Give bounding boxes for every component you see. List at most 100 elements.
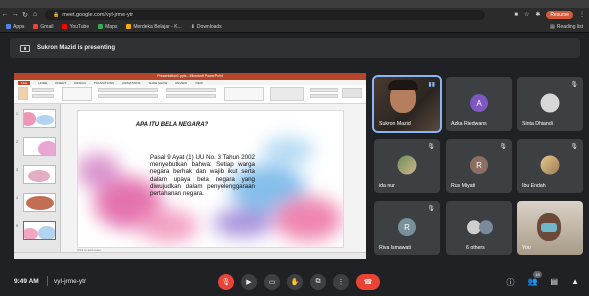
mic-off-icon: 🎙	[570, 144, 578, 150]
menu-icon[interactable]: ⋮	[579, 11, 585, 18]
participant-tile-sinta[interactable]: 🎙 Sinta Dhiandi	[517, 77, 583, 131]
thumb-number: 1	[16, 112, 18, 116]
more-options-button[interactable]: ⋮	[333, 274, 349, 290]
bookmark-downloads[interactable]: ⬇ Downloads	[191, 24, 222, 30]
resume-button[interactable]: Resume	[546, 10, 573, 19]
raise-hand-button[interactable]: ✋	[287, 274, 303, 290]
bookmark-gmail[interactable]: Gmail	[33, 24, 53, 30]
avatar	[540, 93, 560, 113]
slide-thumbnail	[23, 165, 56, 184]
end-call-button[interactable]: ☎	[356, 274, 380, 290]
slide-title: APA ITU BELA NEGARA?	[135, 122, 209, 128]
participant-name: Riva lsmawati	[379, 245, 411, 251]
speaking-indicator-icon: ▮▮	[428, 82, 435, 88]
captions-button[interactable]: ▭	[264, 274, 280, 290]
forward-icon[interactable]: →	[10, 10, 20, 20]
participant-name: Rus Miyati	[451, 183, 476, 189]
pp-tab: ANIMATIONS	[121, 80, 141, 85]
thumb-number: 5	[16, 224, 18, 228]
extensions-icon[interactable]: ✱	[535, 11, 540, 18]
youtube-icon	[62, 24, 68, 29]
bookmark-label: Merdeka Belajar - K...	[133, 23, 182, 30]
bookmark-label: YouTube	[69, 23, 90, 30]
activities-icon[interactable]: ▲	[571, 277, 579, 288]
current-slide: APA ITU BELA NEGARA? Pasal 9 Ayat (1) UU…	[77, 110, 344, 248]
chat-icon[interactable]: ▤	[551, 277, 559, 288]
slide-thumbnail-selected	[23, 221, 56, 240]
ribbon-group	[166, 88, 216, 92]
mic-off-icon: 🎙	[427, 206, 435, 212]
pp-window-title: Presentation1.pptx - Microsoft PowerPoin…	[14, 73, 366, 80]
pp-ribbon	[14, 85, 366, 104]
participant-tile-azka[interactable]: A Azka Riedwans	[446, 77, 512, 131]
ribbon-group	[98, 88, 158, 92]
reading-list[interactable]: ▤ Reading list	[550, 24, 583, 30]
download-icon: ⬇	[190, 23, 195, 30]
pp-tab: DESIGN	[74, 80, 86, 85]
editing-group	[342, 88, 362, 98]
avatar	[397, 155, 417, 175]
shapes-gallery	[224, 87, 264, 101]
home-icon[interactable]: ⌂	[30, 10, 40, 20]
participant-name: Ibu Endah	[522, 183, 546, 189]
participant-tile-you[interactable]: You	[517, 201, 583, 255]
ribbon-group	[62, 87, 92, 101]
participant-tile-sukron[interactable]: ▮▮ Sukron Mazid	[372, 75, 442, 133]
meeting-controls-bar: 9:49 AM vyl-jrme-ytr 🎙 ▶ ▭ ✋ ⧉ ⋮ ☎ 15 ⓘ …	[0, 268, 589, 296]
pp-tab: VIEW	[195, 80, 203, 85]
thumb-number: 2	[16, 140, 18, 144]
participant-tile-endah[interactable]: 🎙 Ibu Endah	[517, 139, 583, 193]
quick-styles	[270, 87, 304, 101]
bookmark-merdeka[interactable]: Merdeka Belajar - K...	[126, 23, 182, 30]
bookmark-label: Apps	[13, 23, 25, 30]
camera-toggle-button[interactable]: ▶	[241, 274, 257, 290]
avatar: R	[398, 218, 416, 237]
people-icon[interactable]: 👥	[528, 277, 538, 288]
thumb-number: 3	[16, 168, 18, 172]
participant-name: Sinta Dhiandi	[522, 121, 553, 127]
star-icon[interactable]: ☆	[524, 11, 529, 18]
mic-toggle-button[interactable]: 🎙	[218, 274, 234, 290]
gmail-icon	[33, 24, 39, 29]
avatar: A	[470, 94, 488, 113]
maps-icon	[98, 24, 104, 29]
thumb-number: 4	[16, 196, 18, 200]
url-input[interactable]: 🔒 meet.google.com/vyl-jrme-ytr	[45, 9, 485, 20]
participant-tile-riva[interactable]: R 🎙 Riva lsmawati	[374, 201, 440, 255]
browser-tab-strip	[0, 0, 589, 8]
participant-tile-ida[interactable]: 🎙 ida nur	[374, 139, 440, 193]
pp-status-bar	[14, 252, 366, 259]
mic-off-icon: 🎙	[427, 144, 435, 150]
slide-thumbnails: 1 2 3 4 5	[14, 104, 61, 252]
meet-window: ← → ↻ ⌂ 🔒 meet.google.com/vyl-jrme-ytr ■…	[0, 0, 589, 296]
participant-name: Sukron Mazid	[379, 121, 411, 127]
address-bar-row: ← → ↻ ⌂ 🔒 meet.google.com/vyl-jrme-ytr ■…	[0, 8, 589, 21]
camera-icon[interactable]: ■	[514, 12, 518, 18]
participant-name: ida nur	[379, 183, 395, 189]
present-screen-icon	[20, 44, 30, 52]
bookmark-apps[interactable]: Apps	[6, 24, 24, 30]
bookmark-maps[interactable]: Maps	[98, 24, 117, 30]
bookmark-label: Maps	[105, 23, 118, 30]
bookmark-label: Downloads	[196, 23, 222, 30]
meeting-code: vyl-jrme-ytr	[54, 278, 87, 285]
info-icon[interactable]: ⓘ	[507, 277, 515, 288]
participant-tile-rus[interactable]: R 🎙 Rus Miyati	[446, 139, 512, 193]
slide-thumbnail	[23, 193, 56, 212]
back-icon[interactable]: ←	[0, 10, 10, 20]
ribbon-group	[310, 94, 338, 98]
slide-thumbnail	[23, 109, 56, 128]
participant-tile-others[interactable]: 6 others	[446, 201, 512, 255]
reload-icon[interactable]: ↻	[20, 10, 30, 20]
paste-icon	[18, 87, 28, 100]
ribbon-group	[32, 88, 54, 92]
pp-tab: REVIEW	[175, 80, 188, 85]
present-button[interactable]: ⧉	[310, 274, 326, 290]
url-text: meet.google.com/vyl-jrme-ytr	[62, 11, 134, 18]
presenting-text: Sukron Mazid is presenting	[37, 45, 116, 51]
pp-tab: INSERT	[55, 80, 67, 85]
shared-screen: Presentation1.pptx - Microsoft PowerPoin…	[14, 73, 366, 259]
presenting-banner: Sukron Mazid is presenting	[10, 38, 580, 58]
participant-name: Azka Riedwans	[451, 121, 487, 127]
bookmark-youtube[interactable]: YouTube	[62, 24, 89, 30]
